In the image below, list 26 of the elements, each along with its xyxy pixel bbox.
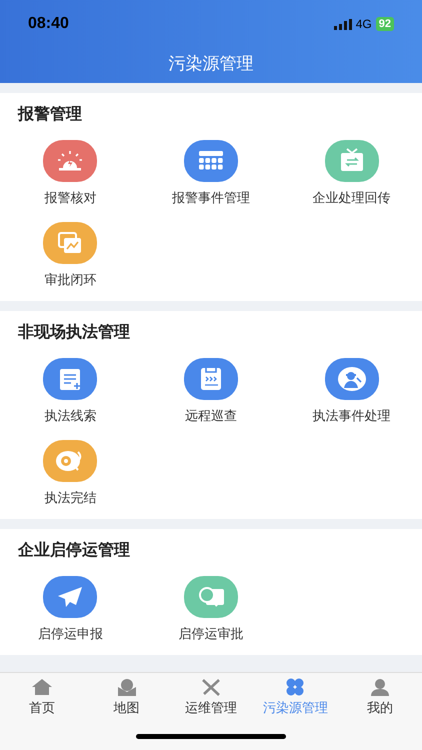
section-title: 报警管理 [16, 104, 83, 125]
worker-icon [336, 366, 367, 392]
status-time: 08:40 [28, 14, 69, 34]
clover-icon [284, 678, 306, 696]
menu-tile[interactable]: 执法完结 [0, 433, 141, 515]
menu-tile[interactable]: 启停运审批 [140, 569, 282, 651]
menu-tile[interactable]: 执法事件处理 [281, 351, 422, 433]
home-icon [31, 678, 54, 696]
tab-item[interactable]: 首页 [0, 673, 84, 722]
menu-tile[interactable]: 企业处理回传 [281, 133, 422, 215]
tab-item[interactable]: 我的 [338, 673, 422, 722]
menu-tile[interactable]: 远程巡查 [140, 351, 282, 433]
tab-item[interactable]: 运维管理 [168, 673, 254, 722]
tab-item[interactable]: 地图 [84, 673, 169, 722]
menu-tile[interactable]: 审批闭环 [0, 215, 141, 297]
battery-level: 92 [376, 17, 394, 31]
user-icon [368, 678, 391, 696]
network-label: 4G [356, 16, 372, 33]
signal-icon [334, 18, 352, 30]
menu-tile[interactable]: 报警核对 [0, 133, 141, 215]
menu-tile[interactable]: 启停运申报 [0, 569, 141, 651]
section-title: 非现场执法管理 [17, 322, 131, 343]
menu-tile[interactable]: 报警事件管理 [140, 133, 282, 215]
menu-tile[interactable]: 执法线索 [0, 351, 141, 433]
page-title: 污染源管理 [168, 52, 254, 75]
section-title: 企业启停运管理 [16, 540, 131, 561]
